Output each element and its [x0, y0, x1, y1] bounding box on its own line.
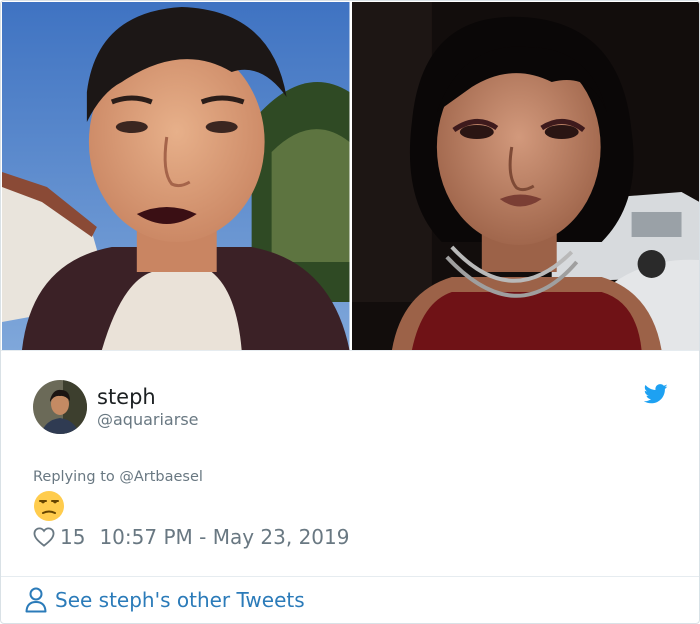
like-count[interactable]: 15 [60, 525, 85, 549]
user-handle[interactable]: @aquariarse [97, 410, 199, 430]
tweet-meta: 15 10:57 PM - May 23, 2019 [33, 525, 349, 549]
twitter-bird-icon[interactable] [644, 384, 668, 404]
heart-icon[interactable] [33, 527, 55, 547]
see-other-tweets-label: See steph's other Tweets [55, 588, 305, 612]
media-divider [1, 350, 699, 351]
see-other-tweets-link[interactable]: See steph's other Tweets [25, 587, 305, 613]
unamused-face-graphic [34, 491, 64, 521]
photo-night-portrait [351, 2, 699, 350]
footer-divider [1, 576, 699, 577]
tweet-photo-left[interactable] [2, 2, 350, 350]
replying-prefix: Replying to [33, 469, 120, 485]
avatar[interactable] [33, 380, 87, 434]
avatar-image [33, 380, 87, 434]
display-name[interactable]: steph [97, 384, 199, 410]
tweet-author[interactable]: steph @aquariarse [33, 380, 199, 434]
tweet-media [2, 2, 699, 350]
reply-mention-link[interactable]: @Artbaesel [119, 469, 203, 485]
unamused-face-icon: 😒 [33, 490, 65, 522]
user-icon [25, 587, 47, 613]
replying-to: Replying to @Artbaesel [33, 469, 203, 485]
tweet-timestamp[interactable]: 10:57 PM - May 23, 2019 [99, 525, 349, 549]
author-names: steph @aquariarse [97, 384, 199, 430]
embedded-tweet-card: steph @aquariarse Replying to @Artbaesel… [0, 0, 700, 624]
tweet-photo-right[interactable] [351, 2, 699, 350]
photo-daylight-portrait [2, 2, 350, 350]
